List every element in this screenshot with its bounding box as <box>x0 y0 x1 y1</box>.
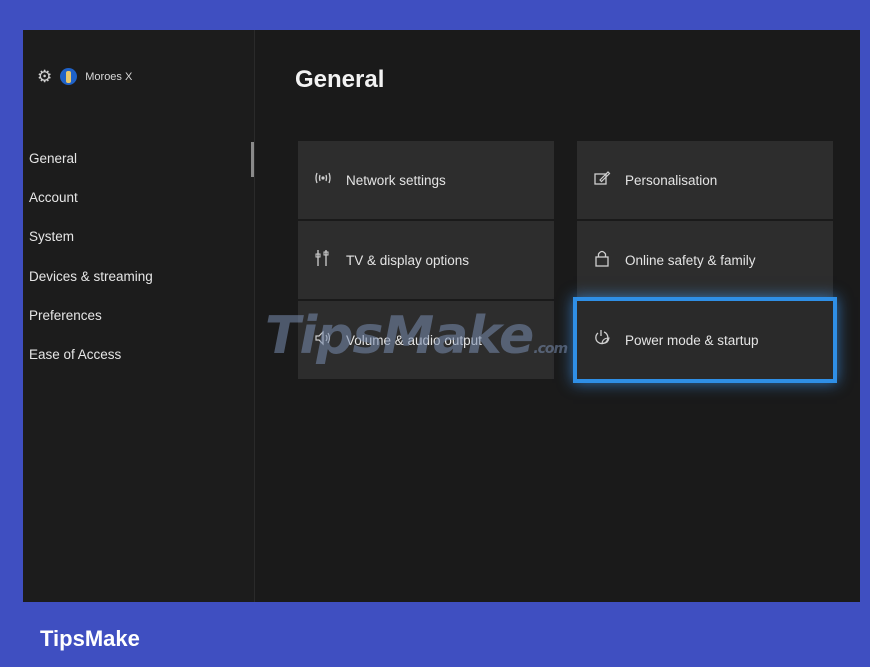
tile-label: Power mode & startup <box>625 332 759 348</box>
tile-label: Volume & audio output <box>346 332 482 348</box>
tile-label: Network settings <box>346 172 446 188</box>
gear-icon[interactable]: ⚙ <box>37 68 52 85</box>
tv-display-options-tile[interactable]: TV & display options <box>298 221 554 299</box>
gamertag: Moroes X <box>85 70 133 83</box>
sidebar-item-system[interactable]: System <box>23 226 254 265</box>
tile-label: Online safety & family <box>625 252 756 268</box>
page-title: General <box>295 66 385 93</box>
sidebar-item-account[interactable]: Account <box>23 187 254 226</box>
main-panel: General Network settings Personalisation… <box>255 30 860 602</box>
network-settings-tile[interactable]: Network settings <box>298 141 554 219</box>
sidebar: ⚙ Moroes X General Account System Device… <box>23 30 255 602</box>
personalisation-tile[interactable]: Personalisation <box>577 141 833 219</box>
power-mode-startup-tile[interactable]: Power mode & startup <box>573 297 837 383</box>
sidebar-item-devices-streaming[interactable]: Devices & streaming <box>23 266 254 305</box>
tv-display-icon <box>312 249 334 272</box>
sidebar-item-preferences[interactable]: Preferences <box>23 305 254 344</box>
personalisation-icon <box>591 170 613 191</box>
profile[interactable]: ⚙ Moroes X <box>37 68 132 85</box>
network-icon <box>312 170 334 191</box>
tile-label: TV & display options <box>346 252 470 268</box>
lock-icon <box>591 249 613 272</box>
sidebar-item-general[interactable]: General <box>23 141 254 187</box>
avatar <box>60 68 78 85</box>
volume-audio-output-tile[interactable]: Volume & audio output <box>298 301 554 379</box>
settings-screen: ⚙ Moroes X General Account System Device… <box>23 30 860 602</box>
power-leaf-icon <box>591 329 613 352</box>
speaker-icon <box>312 330 334 351</box>
tile-label: Personalisation <box>625 172 718 188</box>
sidebar-item-ease-of-access[interactable]: Ease of Access <box>23 344 254 383</box>
footer-brand: TipsMake <box>40 626 140 651</box>
sidebar-nav: General Account System Devices & streami… <box>23 141 254 383</box>
online-safety-family-tile[interactable]: Online safety & family <box>577 221 833 299</box>
